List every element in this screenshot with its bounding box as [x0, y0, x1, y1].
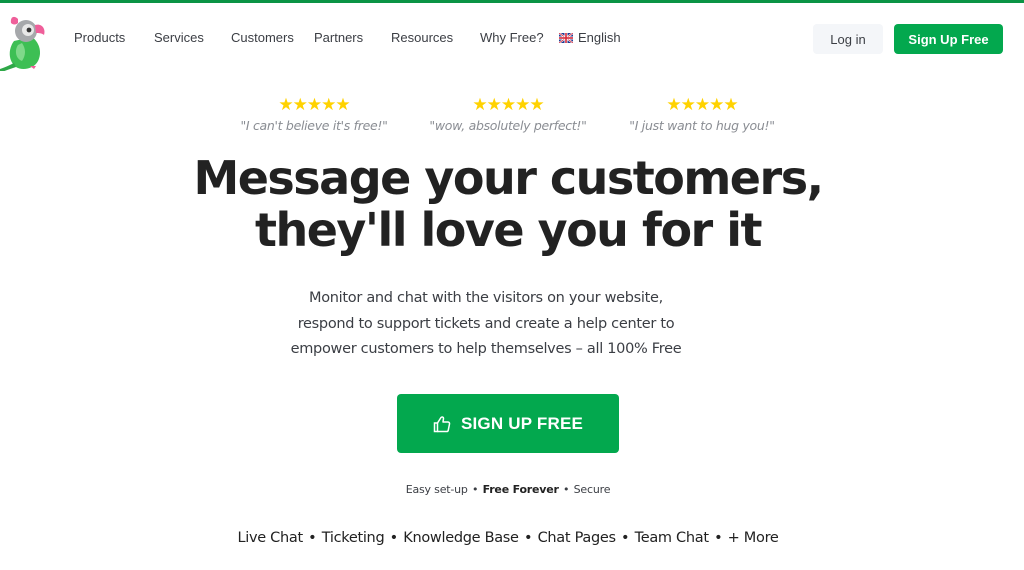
subtitle-line-2: respond to support tickets and create a … [297, 315, 675, 332]
bullet-separator: • [389, 530, 399, 546]
subtitle-line-1: Monitor and chat with the visitors on yo… [309, 290, 663, 306]
nav-services[interactable]: Services [154, 30, 204, 45]
tagline-item: Secure [573, 483, 611, 496]
subtitle-line-3: empower customers to help themselves – a… [290, 341, 682, 357]
cta-label: SIGN UP FREE [460, 413, 584, 433]
feature-team-chat[interactable]: Team Chat [635, 530, 709, 546]
review-quote: "I can't believe it's free!" [240, 118, 388, 133]
login-button[interactable]: Log in [813, 24, 883, 54]
bullet-separator: • [524, 530, 533, 546]
language-selector[interactable]: English [559, 30, 621, 45]
feature-more[interactable]: + More [728, 530, 779, 546]
headline-line-1: Message your customers, [193, 151, 824, 205]
language-label: English [578, 30, 621, 45]
review-3: ★★★★★ "I just want to hug you!" [602, 96, 802, 133]
uk-flag-icon [559, 33, 573, 43]
headline-line-2: they'll love you for it [254, 203, 763, 257]
parrot-logo-icon[interactable] [0, 11, 48, 71]
bullet-separator: • [563, 483, 570, 496]
feature-knowledge-base[interactable]: Knowledge Base [403, 530, 519, 546]
nav-why-free[interactable]: Why Free? [480, 30, 544, 45]
feature-list: Live Chat • Ticketing • Knowledge Base •… [0, 530, 1016, 546]
thumbs-up-icon [433, 415, 451, 432]
hero-signup-button[interactable]: SIGN UP FREE [397, 394, 619, 453]
bullet-separator: • [308, 530, 317, 546]
feature-chat-pages[interactable]: Chat Pages [538, 530, 616, 546]
hero-headline: Message your customers, they'll love you… [0, 152, 1016, 256]
review-quote: "I just want to hug you!" [629, 118, 775, 133]
review-2: ★★★★★ "wow, absolutely perfect!" [408, 96, 608, 133]
feature-live-chat[interactable]: Live Chat [237, 530, 303, 546]
review-1: ★★★★★ "I can't believe it's free!" [214, 96, 414, 133]
bullet-separator: • [472, 483, 479, 496]
tagline-item: Easy set-up [405, 483, 468, 496]
nav-partners[interactable]: Partners [314, 30, 363, 45]
tagline-item: Free Forever [482, 483, 559, 496]
nav-customers[interactable]: Customers [231, 30, 294, 45]
nav-resources[interactable]: Resources [391, 30, 453, 45]
star-rating: ★★★★★ [278, 95, 350, 115]
bullet-separator: • [714, 530, 723, 546]
bullet-separator: • [621, 530, 630, 546]
star-rating: ★★★★★ [666, 95, 738, 115]
review-quote: "wow, absolutely perfect!" [429, 118, 587, 133]
nav-products[interactable]: Products [74, 30, 125, 45]
site-header: Products Services Customers Partners Res… [0, 3, 1024, 73]
tagline: Easy set-up • Free Forever • Secure [0, 483, 1016, 496]
header-signup-button[interactable]: Sign Up Free [894, 24, 1003, 54]
hero-subtitle: Monitor and chat with the visitors on yo… [0, 286, 972, 363]
feature-ticketing[interactable]: Ticketing [322, 530, 385, 546]
star-rating: ★★★★★ [472, 95, 544, 115]
